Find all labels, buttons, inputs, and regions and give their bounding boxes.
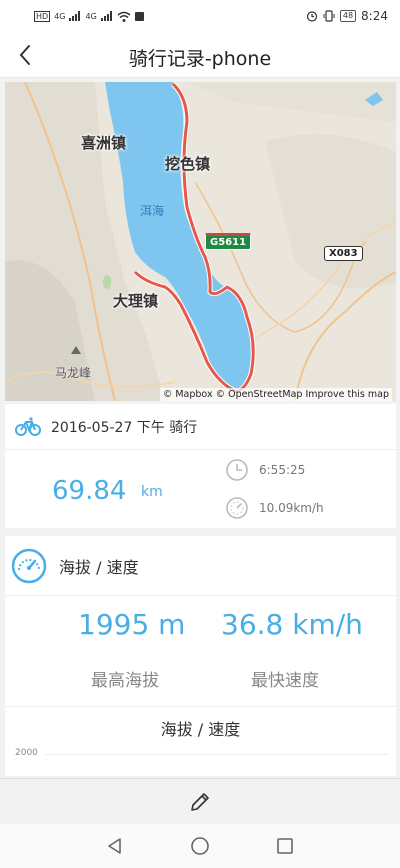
nav-home-button[interactable] [190,836,210,856]
status-right: 48 8:24 [306,9,388,23]
ride-summary-card: 2016-05-27 下午 骑行 69.84 km 6:55:25 10.09k… [5,404,396,528]
improve-map-link[interactable]: Improve this map [305,389,389,400]
signal-icon [69,11,81,21]
bicycle-icon [15,416,41,436]
attribution-mapbox-link[interactable]: © Mapbox [163,389,213,400]
chart-title: 海拔 / 速度 [160,720,241,739]
chart-gridline [45,754,388,755]
altitude-speed-card: 海拔 / 速度 1995 m 36.8 km/h 最高海拔 最快速度 海拔 / … [5,536,396,776]
max-speed-value: 36.8 km/h [221,608,363,641]
status-bar: HD 4G 4G 48 8:24 [0,0,400,32]
map-attribution: © Mapbox © OpenStreetMap Improve this ma… [159,388,392,401]
circle-home-icon [191,837,209,855]
altitude-section-title: 海拔 / 速度 [59,557,139,577]
map-label-wase: 挖色镇 [165,155,211,173]
distance-value: 69.84 [52,476,127,506]
wifi-icon [117,11,131,22]
duration-row: 6:55:25 [225,458,305,482]
duration-value: 6:55:25 [259,463,306,477]
page-title: 骑行记录-phone [128,48,272,70]
speedometer-icon [226,497,248,519]
max-speed-label: 最快速度 [251,671,319,691]
max-altitude-label: 最高海拔 [91,671,159,691]
ride-header: 2016-05-27 下午 骑行 [5,404,396,450]
altitude-header: 海拔 / 速度 [5,536,396,596]
ride-title: 2016-05-27 下午 骑行 [51,419,198,436]
map-label-dali: 大理镇 [113,292,159,310]
map-label-xizhou: 喜洲镇 [81,134,127,152]
network-type-2: 4G [85,11,97,21]
system-nav-bar [0,824,400,868]
road-shield-g5611: G5611 [205,233,252,250]
pencil-icon [191,793,209,811]
map-canvas[interactable] [5,82,396,401]
road-shield-x083: X083 [324,246,363,261]
y-tick-top: 2000 [15,748,38,758]
edit-button[interactable] [188,790,212,814]
avg-speed-value: 10.09km/h [259,501,324,515]
avg-speed-row: 10.09km/h [225,496,324,520]
battery-icon: 48 [339,10,357,22]
triangle-back-icon [108,838,121,854]
square-recents-icon [277,838,293,854]
distance-unit: km [141,484,163,500]
gauge-icon [11,548,47,583]
title-bar: 骑行记录-phone [0,32,400,78]
nav-recents-button[interactable] [275,836,295,856]
chart-divider [5,706,396,707]
network-type-1: 4G [54,11,66,21]
signal-icon-2 [100,11,112,21]
clock-icon [226,459,248,481]
vibrate-icon [323,10,335,22]
nav-back-button[interactable] [105,836,125,856]
hd-badge: HD [34,10,51,22]
map-label-malong: 马龙峰 [55,366,92,380]
route-map[interactable]: 喜洲镇 挖色镇 大理镇 洱海 马龙峰 G5611 X083 © Mapbox ©… [5,82,396,401]
max-altitude-value: 1995 m [78,608,186,641]
alarm-icon [306,11,317,22]
bottom-toolbar [0,778,400,824]
status-left: HD 4G 4G [34,10,144,22]
map-label-erhai: 洱海 [140,204,165,218]
attribution-osm-link[interactable]: © OpenStreetMap [216,389,303,400]
status-time: 8:24 [361,9,388,23]
notification-icon [134,11,144,21]
